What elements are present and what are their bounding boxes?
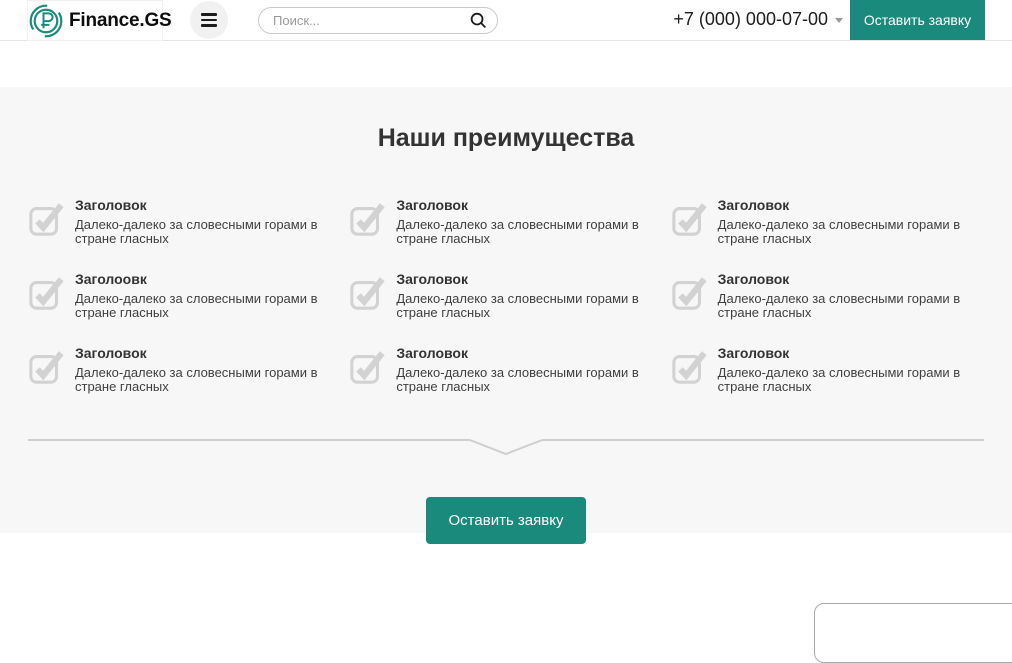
request-button[interactable]: Оставить заявку bbox=[426, 497, 586, 544]
advantage-title: Заголоовк bbox=[75, 271, 341, 287]
advantage-text: Далеко-далеко за словесными горами в стр… bbox=[718, 292, 984, 320]
advantage-text: Далеко-далеко за словесными горами в стр… bbox=[396, 366, 662, 394]
search-icon[interactable] bbox=[469, 11, 488, 30]
site-logo[interactable]: Finance.GS bbox=[27, 0, 163, 41]
logo-text: Finance.GS bbox=[69, 10, 172, 32]
advantage-text: Далеко-далеко за словесными горами в стр… bbox=[75, 366, 341, 394]
check-square-icon bbox=[349, 274, 387, 312]
advantage-title: Заголовок bbox=[396, 345, 662, 361]
check-square-icon bbox=[671, 200, 709, 238]
advantage-item: Заголовок Далеко-далеко за словесными го… bbox=[349, 271, 662, 331]
phone-number: +7 (000) 000-07-00 bbox=[673, 9, 828, 30]
check-square-icon bbox=[349, 200, 387, 238]
advantage-title: Заголовок bbox=[718, 271, 984, 287]
advantage-title: Заголовок bbox=[718, 197, 984, 213]
advantage-text: Далеко-далеко за словесными горами в стр… bbox=[718, 366, 984, 394]
advantage-item: Заголовок Далеко-далеко за словесными го… bbox=[28, 345, 341, 405]
check-square-icon bbox=[28, 274, 66, 312]
advantage-text: Далеко-далеко за словесными горами в стр… bbox=[396, 292, 662, 320]
advantage-title: Заголовок bbox=[718, 345, 984, 361]
advantage-item: Заголовок Далеко-далеко за словесными го… bbox=[671, 345, 984, 405]
advantages-grid: Заголовок Далеко-далеко за словесными го… bbox=[28, 197, 984, 405]
ruble-circle-icon bbox=[28, 3, 64, 39]
search-input[interactable] bbox=[258, 7, 498, 34]
advantage-title: Заголовок bbox=[75, 197, 341, 213]
advantage-title: Заголовок bbox=[75, 345, 341, 361]
chevron-down-icon bbox=[835, 18, 843, 23]
section-title: Наши преимущества bbox=[28, 87, 984, 153]
advantage-text: Далеко-далеко за словесными горами в стр… bbox=[396, 218, 662, 246]
advantage-title: Заголовок bbox=[396, 271, 662, 287]
header-search bbox=[258, 7, 498, 34]
check-square-icon bbox=[671, 274, 709, 312]
phone-dropdown[interactable]: +7 (000) 000-07-00 bbox=[673, 9, 843, 30]
advantage-item: Заголоовк Далеко-далеко за словесными го… bbox=[28, 271, 341, 331]
check-square-icon bbox=[349, 348, 387, 386]
check-square-icon bbox=[671, 348, 709, 386]
advantage-item: Заголовок Далеко-далеко за словесными го… bbox=[671, 197, 984, 257]
advantage-text: Далеко-далеко за словесными горами в стр… bbox=[75, 292, 341, 320]
section-divider bbox=[28, 439, 984, 457]
chevron-down-notch bbox=[470, 439, 542, 457]
advantage-title: Заголовок bbox=[396, 197, 662, 213]
advantage-item: Заголовок Далеко-далеко за словесными го… bbox=[671, 271, 984, 331]
advantages-section: Наши преимущества Заголовок Далеко-далек… bbox=[0, 87, 1012, 533]
hamburger-menu-button[interactable] bbox=[190, 1, 228, 39]
site-header: Finance.GS +7 (000) 000-07-00 Оставить з… bbox=[0, 0, 1012, 41]
advantage-item: Заголовок Далеко-далеко за словесными го… bbox=[349, 197, 662, 257]
advantage-item: Заголовок Далеко-далеко за словесными го… bbox=[349, 345, 662, 405]
bottom-partial-input[interactable] bbox=[814, 603, 1012, 663]
header-request-button[interactable]: Оставить заявку bbox=[850, 0, 985, 40]
advantage-item: Заголовок Далеко-далеко за словесными го… bbox=[28, 197, 341, 257]
advantage-text: Далеко-далеко за словесными горами в стр… bbox=[75, 218, 341, 246]
advantage-text: Далеко-далеко за словесными горами в стр… bbox=[718, 218, 984, 246]
check-square-icon bbox=[28, 200, 66, 238]
hamburger-icon bbox=[201, 13, 217, 15]
header-spacer bbox=[0, 41, 1012, 87]
check-square-icon bbox=[28, 348, 66, 386]
